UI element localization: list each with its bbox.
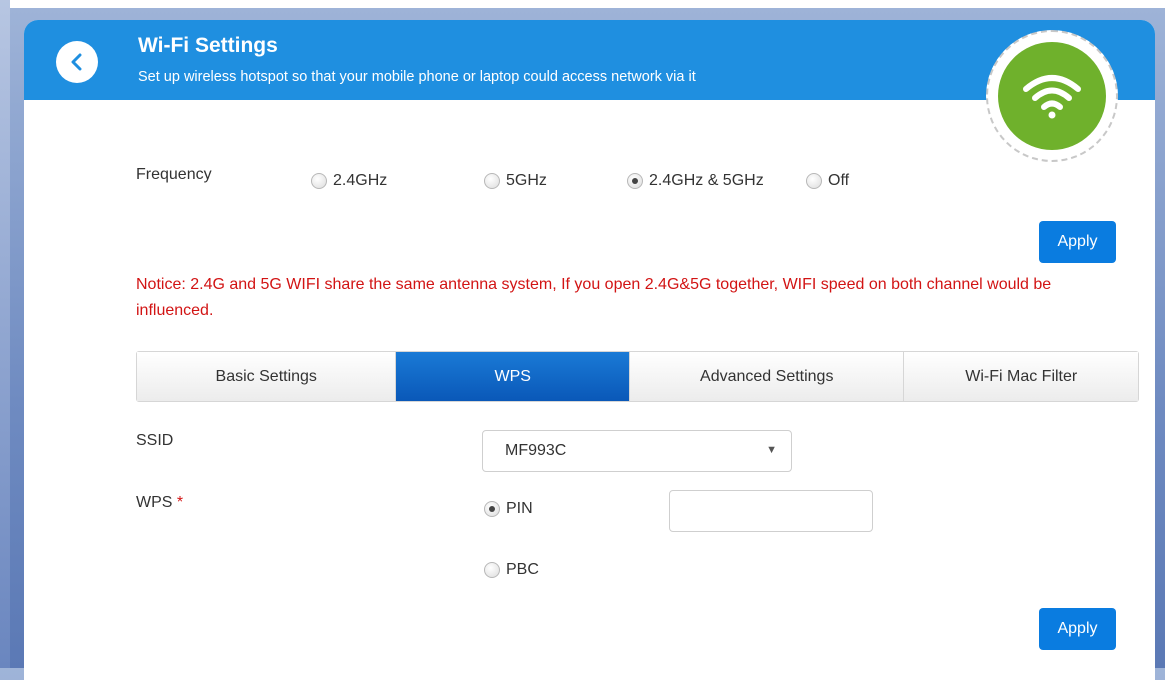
tab-wps[interactable]: WPS <box>396 352 631 401</box>
caret-down-icon: ▼ <box>766 444 777 456</box>
page-title: Wi-Fi Settings <box>138 34 278 57</box>
settings-panel: Wi-Fi Settings Set up wireless hotspot s… <box>24 20 1155 680</box>
required-marker: * <box>176 494 184 511</box>
chevron-left-icon <box>71 53 82 71</box>
ssid-select[interactable]: MF993C ▼ <box>482 430 792 472</box>
wps-option-pbc[interactable]: PBC <box>484 561 539 579</box>
frequency-option-off[interactable]: Off <box>806 172 849 190</box>
wps-label-text: WPS <box>136 494 173 511</box>
window-top-edge <box>0 0 1165 8</box>
radio-button[interactable] <box>484 562 500 578</box>
radio-button-selected[interactable] <box>484 501 500 517</box>
radio-button[interactable] <box>806 173 822 189</box>
frequency-option-label: Off <box>828 172 850 189</box>
frequency-option-label: 2.4GHz & 5GHz <box>649 172 764 189</box>
wps-option-pin[interactable]: PIN <box>484 500 533 518</box>
tab-advanced-settings[interactable]: Advanced Settings <box>630 352 905 401</box>
window-left-edge <box>0 0 10 668</box>
wps-option-label: PBC <box>506 561 539 578</box>
frequency-option-5ghz[interactable]: 5GHz <box>484 172 547 190</box>
tab-basic-settings[interactable]: Basic Settings <box>137 352 397 401</box>
wps-label: WPS * <box>136 494 183 512</box>
pin-input[interactable] <box>669 490 873 532</box>
wps-apply-button[interactable]: Apply <box>1039 608 1116 650</box>
tab-wifi-mac-filter[interactable]: Wi-Fi Mac Filter <box>904 352 1138 401</box>
wifi-badge-circle <box>998 42 1106 150</box>
page-header: Wi-Fi Settings Set up wireless hotspot s… <box>24 20 1155 100</box>
frequency-option-label: 5GHz <box>506 172 547 189</box>
back-button[interactable] <box>56 41 98 83</box>
wifi-icon <box>1023 75 1081 119</box>
wifi-status-badge <box>986 30 1118 162</box>
settings-tabs: Basic Settings WPS Advanced Settings Wi-… <box>136 351 1139 402</box>
ssid-label: SSID <box>136 432 174 449</box>
radio-button-selected[interactable] <box>627 173 643 189</box>
antenna-notice: Notice: 2.4G and 5G WIFI share the same … <box>136 276 1052 319</box>
frequency-apply-button[interactable]: Apply <box>1039 221 1116 263</box>
frequency-option-dual-band[interactable]: 2.4GHz & 5GHz <box>627 172 764 190</box>
radio-button[interactable] <box>484 173 500 189</box>
radio-button[interactable] <box>311 173 327 189</box>
frequency-option-2-4ghz[interactable]: 2.4GHz <box>311 172 387 190</box>
frequency-option-label: 2.4GHz <box>333 172 388 189</box>
page-subtitle: Set up wireless hotspot so that your mob… <box>138 69 696 85</box>
wps-option-label: PIN <box>506 500 533 517</box>
frequency-label: Frequency <box>136 166 212 183</box>
ssid-selected-value: MF993C <box>505 442 567 459</box>
